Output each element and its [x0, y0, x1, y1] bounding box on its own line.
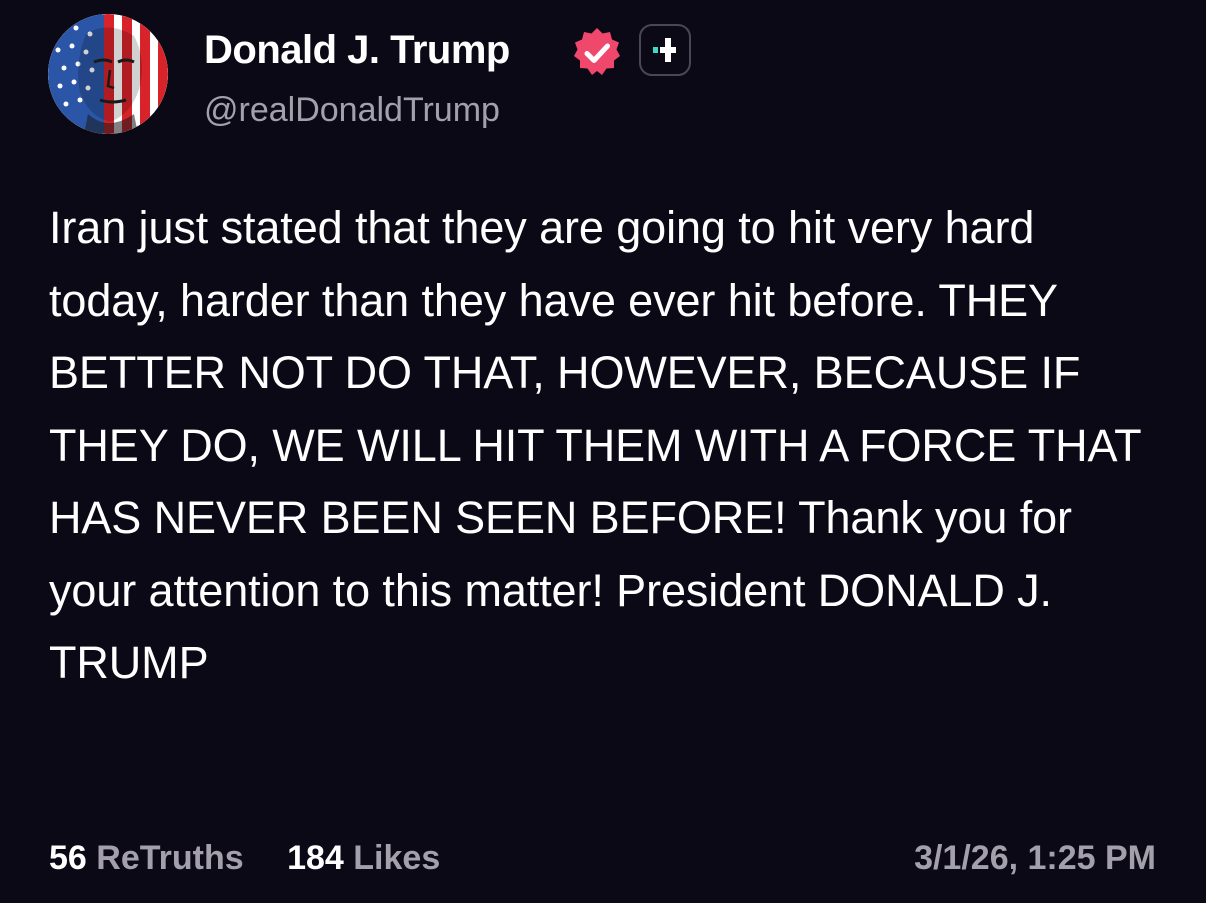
retruths-label: ReTruths	[96, 839, 244, 877]
retruths-count: 56	[49, 839, 87, 877]
author-handle[interactable]: @realDonaldTrump	[204, 88, 500, 132]
author-display-name[interactable]: Donald J. Trump	[204, 26, 510, 74]
flag-painted-face-avatar-icon	[48, 14, 168, 134]
post-timestamp[interactable]: 3/1/26, 1:25 PM	[914, 836, 1156, 880]
plus-badge-icon[interactable]	[639, 24, 691, 76]
post-footer: 56 ReTruths 184 Likes 3/1/26, 1:25 PM	[49, 836, 1156, 880]
verified-badge-icon	[570, 26, 624, 80]
likes-count: 184	[287, 839, 344, 877]
post-text: Iran just stated that they are going to …	[49, 202, 1141, 688]
likes-stat[interactable]: 184 Likes	[287, 836, 440, 880]
retruths-stat[interactable]: 56 ReTruths	[49, 836, 244, 880]
likes-label: Likes	[353, 839, 441, 877]
avatar[interactable]	[48, 14, 168, 134]
truth-post: Donald J. Trump @realDonaldTrump Iran ju…	[0, 0, 1206, 903]
